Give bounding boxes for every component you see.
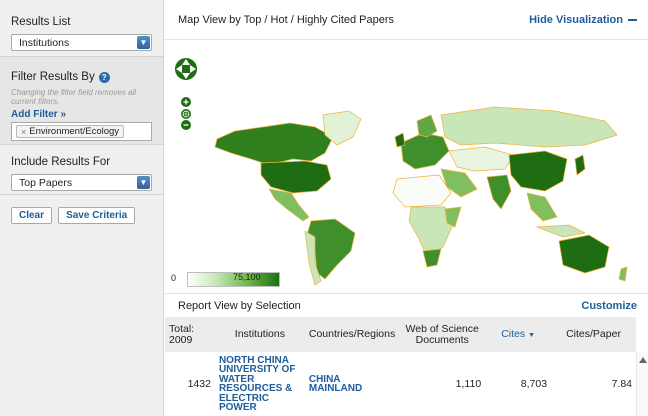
table-header-row: Total: 2009 Institutions Countries/Regio… — [165, 317, 636, 352]
col-cites-paper[interactable]: Cites/Paper — [551, 317, 636, 352]
map-legend: 0 75,100 — [171, 271, 281, 288]
hide-visualization-label: Hide Visualization — [529, 13, 623, 26]
actions-section: Clear Save Criteria — [0, 195, 163, 224]
filter-section: Filter Results By ? Changing the filter … — [0, 57, 163, 145]
map-region-uk — [394, 132, 406, 148]
row-cites: 8,703 — [520, 378, 548, 390]
map-region-canada — [214, 122, 334, 166]
include-title: Include Results For — [11, 156, 111, 168]
help-icon[interactable]: ? — [98, 71, 110, 83]
col-cites[interactable]: Cites ▼ — [485, 317, 551, 352]
country-link[interactable]: CHINA MAINLAND — [305, 352, 399, 416]
filter-title: Filter Results By ? — [11, 70, 152, 84]
col-wos[interactable]: Web of Science Documents — [399, 317, 485, 352]
map-region-central-asia — [448, 146, 514, 172]
report-title: Report View by Selection — [178, 299, 301, 312]
col-cites-label: Cites — [501, 327, 526, 340]
results-list-select[interactable]: Institutions ▼ — [11, 34, 152, 51]
legend-min: 0 — [171, 273, 177, 283]
hide-visualization-link[interactable]: Hide Visualization — [529, 14, 637, 26]
report-header: Report View by Selection Customize — [165, 293, 648, 317]
map-zoom-out-icon[interactable] — [181, 120, 191, 130]
map-zoom-in-icon[interactable] — [181, 97, 191, 107]
row-wos: 1,110 — [455, 378, 482, 390]
map-globe-icon[interactable] — [181, 109, 191, 119]
filter-box[interactable]: × Environment/Ecology — [11, 122, 152, 141]
institution-link[interactable]: NORTH CHINA UNIVERSITY OF WATER RESOURCE… — [215, 352, 305, 416]
map-region-japan — [574, 154, 586, 176]
world-map[interactable] — [165, 41, 648, 292]
map-region-australia — [558, 234, 610, 274]
minus-icon — [628, 18, 637, 21]
row-cites-paper: 7.84 — [611, 378, 632, 390]
map-region-china — [508, 150, 568, 192]
legend-max: 75,100 — [233, 272, 261, 282]
col-total: Total: 2009 — [169, 322, 195, 346]
add-filter-link[interactable]: Add Filter » — [11, 109, 152, 120]
include-select[interactable]: Top Papers ▼ — [11, 174, 152, 191]
table-scrollbar[interactable] — [636, 352, 648, 416]
map-region-mexico — [268, 188, 310, 222]
results-table: Total: 2009 Institutions Countries/Regio… — [165, 317, 636, 416]
map-region-russia — [440, 106, 618, 148]
table-row: 1432 NORTH CHINA UNIVERSITY OF WATER RES… — [165, 352, 636, 416]
map-region-se-asia — [526, 192, 558, 222]
clear-button[interactable]: Clear — [11, 207, 53, 224]
map-region-india — [486, 174, 512, 210]
save-criteria-button[interactable]: Save Criteria — [58, 207, 136, 224]
map-region-new-zealand — [618, 266, 628, 282]
results-list-value: Institutions — [19, 36, 70, 49]
remove-filter-icon[interactable]: × — [21, 127, 26, 137]
map-region-europe — [400, 132, 450, 170]
col-institutions[interactable]: Institutions — [215, 317, 305, 352]
chevron-down-icon[interactable]: ▼ — [137, 36, 150, 49]
map-title: Map View by Top / Hot / Highly Cited Pap… — [178, 13, 395, 26]
chevron-down-icon[interactable]: ▼ — [137, 176, 150, 189]
sidebar: Results List Institutions ▼ Filter Resul… — [0, 0, 164, 416]
map-region-indonesia — [536, 224, 586, 238]
map-pan-control[interactable] — [175, 58, 197, 80]
map-region-scandinavia — [416, 114, 438, 138]
include-section: Include Results For Top Papers ▼ — [0, 145, 163, 195]
filter-hint: Changing the filter field removes all cu… — [11, 88, 136, 106]
customize-link[interactable]: Customize — [581, 300, 637, 312]
filter-chip-label: Environment/Ecology — [29, 126, 120, 137]
results-list-title: Results List — [11, 16, 71, 28]
filter-chip: × Environment/Ecology — [16, 125, 125, 138]
include-value: Top Papers — [19, 176, 73, 189]
filter-title-text: Filter Results By — [11, 71, 95, 83]
row-rank: 1432 — [187, 378, 211, 390]
results-list-section: Results List Institutions ▼ — [0, 0, 163, 57]
map-header: Map View by Top / Hot / Highly Cited Pap… — [165, 0, 648, 40]
sort-desc-icon: ▼ — [528, 331, 535, 339]
scroll-up-icon[interactable] — [639, 357, 647, 363]
main-panel: Map View by Top / Hot / Highly Cited Pap… — [165, 0, 648, 416]
col-countries[interactable]: Countries/Regions — [305, 317, 399, 352]
map-region-usa — [260, 160, 332, 194]
map-region-north-africa — [392, 174, 452, 208]
map-region-south-africa — [422, 248, 442, 268]
